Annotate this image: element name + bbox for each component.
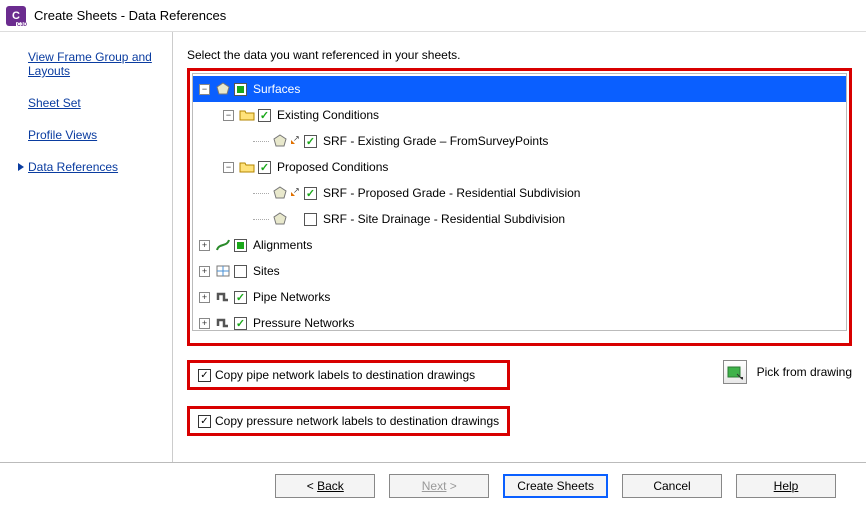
expand-toggle[interactable]: + bbox=[199, 240, 210, 251]
checkbox-copy-pipe[interactable]: ✓ bbox=[198, 369, 211, 382]
collapse-toggle[interactable]: − bbox=[223, 110, 234, 121]
tree-node-pipe-networks[interactable]: + Pipe Networks bbox=[193, 284, 846, 310]
checkbox-srf-existing[interactable] bbox=[304, 135, 317, 148]
checkbox-srf-proposed[interactable] bbox=[304, 187, 317, 200]
alignment-icon bbox=[214, 236, 232, 254]
shortcut-ref-icon bbox=[291, 136, 301, 146]
tree-node-pressure-networks[interactable]: + Pressure Networks bbox=[193, 310, 846, 331]
nav-data-references[interactable]: Data References bbox=[18, 160, 162, 174]
tree-node-srf-proposed-grade[interactable]: SRF - Proposed Grade - Residential Subdi… bbox=[193, 180, 846, 206]
highlight-box-copy-pressure: ✓ Copy pressure network labels to destin… bbox=[187, 406, 510, 436]
nav-label: Data References bbox=[28, 160, 118, 174]
title-bar: C Create Sheets - Data References bbox=[0, 0, 866, 32]
highlight-box-tree: − Surfaces − Existing Conditions bbox=[187, 68, 852, 346]
surface-icon bbox=[271, 184, 289, 202]
node-label: SRF - Proposed Grade - Residential Subdi… bbox=[323, 186, 580, 200]
tree-node-existing-conditions[interactable]: − Existing Conditions bbox=[193, 102, 846, 128]
tree-node-proposed-conditions[interactable]: − Proposed Conditions bbox=[193, 154, 846, 180]
node-label: Surfaces bbox=[253, 82, 300, 96]
checkbox-proposed[interactable] bbox=[258, 161, 271, 174]
instruction-text: Select the data you want referenced in y… bbox=[187, 48, 852, 62]
pick-from-drawing-icon[interactable] bbox=[723, 360, 747, 384]
create-sheets-button[interactable]: Create Sheets bbox=[503, 474, 608, 498]
node-label: SRF - Existing Grade – FromSurveyPoints bbox=[323, 134, 548, 148]
checkbox-pressure-networks[interactable] bbox=[234, 317, 247, 330]
nav-view-frame-group[interactable]: View Frame Group and Layouts bbox=[18, 50, 162, 78]
help-button[interactable]: Help bbox=[736, 474, 836, 498]
folder-icon bbox=[238, 158, 256, 176]
option-label: Copy pipe network labels to destination … bbox=[215, 368, 475, 382]
collapse-toggle[interactable]: − bbox=[199, 84, 210, 95]
nav-label: Profile Views bbox=[28, 128, 97, 142]
pressure-network-icon bbox=[214, 314, 232, 331]
node-label: Existing Conditions bbox=[277, 108, 379, 122]
window-title: Create Sheets - Data References bbox=[34, 8, 226, 23]
back-button[interactable]: < Back bbox=[275, 474, 375, 498]
node-label: Alignments bbox=[253, 238, 312, 252]
checkbox-alignments[interactable] bbox=[234, 239, 247, 252]
node-label: Proposed Conditions bbox=[277, 160, 388, 174]
checkbox-srf-drainage[interactable] bbox=[304, 213, 317, 226]
node-label: Pipe Networks bbox=[253, 290, 330, 304]
next-button: Next > bbox=[389, 474, 489, 498]
checkbox-existing[interactable] bbox=[258, 109, 271, 122]
checkbox-surfaces[interactable] bbox=[234, 83, 247, 96]
option-label: Copy pressure network labels to destinat… bbox=[215, 414, 499, 428]
surface-icon bbox=[214, 80, 232, 98]
main-area: View Frame Group and Layouts Sheet Set P… bbox=[0, 32, 866, 462]
pick-label: Pick from drawing bbox=[757, 365, 852, 379]
wizard-footer: < Back Next > Create Sheets Cancel Help bbox=[0, 462, 866, 508]
expand-toggle[interactable]: + bbox=[199, 318, 210, 329]
pick-from-drawing[interactable]: Pick from drawing bbox=[723, 360, 852, 384]
nav-sheet-set[interactable]: Sheet Set bbox=[18, 96, 162, 110]
checkbox-sites[interactable] bbox=[234, 265, 247, 278]
node-label: SRF - Site Drainage - Residential Subdiv… bbox=[323, 212, 565, 226]
expand-toggle[interactable]: + bbox=[199, 292, 210, 303]
checkbox-copy-pressure[interactable]: ✓ bbox=[198, 415, 211, 428]
shortcut-ref-icon bbox=[291, 188, 301, 198]
content-panel: Select the data you want referenced in y… bbox=[172, 32, 866, 462]
data-tree[interactable]: − Surfaces − Existing Conditions bbox=[192, 73, 847, 331]
collapse-toggle[interactable]: − bbox=[223, 162, 234, 173]
cancel-button[interactable]: Cancel bbox=[622, 474, 722, 498]
surface-icon bbox=[271, 210, 289, 228]
pipe-network-icon bbox=[214, 288, 232, 306]
wizard-sidebar: View Frame Group and Layouts Sheet Set P… bbox=[0, 32, 172, 462]
node-label: Pressure Networks bbox=[253, 316, 354, 330]
expand-toggle[interactable]: + bbox=[199, 266, 210, 277]
copy-pipe-labels-option[interactable]: ✓ Copy pipe network labels to destinatio… bbox=[192, 365, 481, 385]
tree-node-srf-site-drainage[interactable]: SRF - Site Drainage - Residential Subdiv… bbox=[193, 206, 846, 232]
checkbox-pipe-networks[interactable] bbox=[234, 291, 247, 304]
app-icon: C bbox=[6, 6, 26, 26]
folder-icon bbox=[238, 106, 256, 124]
tree-node-surfaces[interactable]: − Surfaces bbox=[193, 76, 846, 102]
nav-profile-views[interactable]: Profile Views bbox=[18, 128, 162, 142]
nav-label: Sheet Set bbox=[28, 96, 81, 110]
copy-pressure-labels-option[interactable]: ✓ Copy pressure network labels to destin… bbox=[192, 411, 505, 431]
tree-node-sites[interactable]: + Sites bbox=[193, 258, 846, 284]
highlight-box-copy-pipe: ✓ Copy pipe network labels to destinatio… bbox=[187, 360, 510, 390]
active-indicator-icon bbox=[18, 163, 24, 171]
node-label: Sites bbox=[253, 264, 280, 278]
tree-node-alignments[interactable]: + Alignments bbox=[193, 232, 846, 258]
nav-label: View Frame Group and Layouts bbox=[28, 50, 162, 78]
tree-node-srf-existing-grade[interactable]: SRF - Existing Grade – FromSurveyPoints bbox=[193, 128, 846, 154]
sites-icon bbox=[214, 262, 232, 280]
surface-icon bbox=[271, 132, 289, 150]
